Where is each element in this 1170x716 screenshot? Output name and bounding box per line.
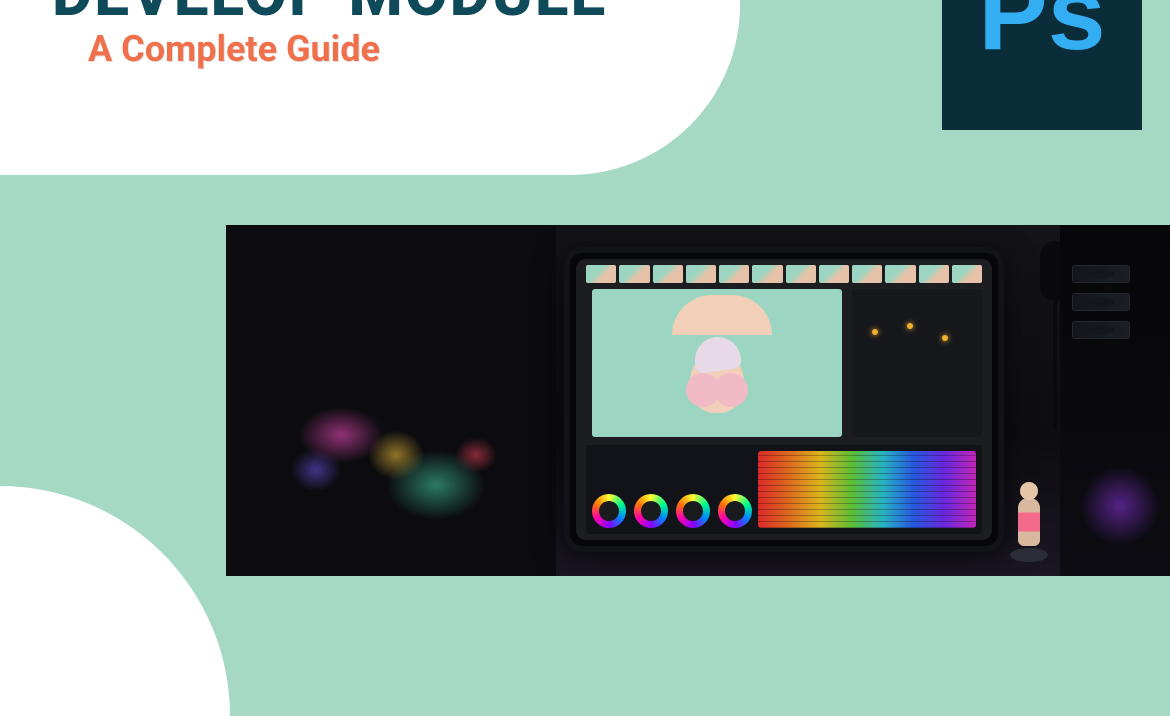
thumbnail: [885, 265, 915, 283]
color-wheel-icon: [634, 494, 668, 528]
editor-screen: [576, 259, 992, 540]
color-wheel-icon: [718, 494, 752, 528]
photoshop-icon: Ps: [978, 0, 1105, 66]
thumbnail: [619, 265, 649, 283]
fan-icon: [1072, 321, 1130, 339]
bottom-curve: [0, 486, 230, 716]
fan-icon: [1072, 293, 1130, 311]
node-graph: [852, 289, 982, 437]
left-monitor: [226, 225, 556, 576]
color-wheels: [592, 451, 752, 528]
thumbnail: [686, 265, 716, 283]
thumbnail: [786, 265, 816, 283]
thumbnail: [653, 265, 683, 283]
center-monitor: [564, 247, 1004, 552]
color-wheel-icon: [592, 494, 626, 528]
person-illustration: [672, 301, 762, 437]
page-title: DEVELOP MODULE: [52, 0, 607, 31]
thumbnail: [819, 265, 849, 283]
pc-tower: [1060, 225, 1170, 576]
video-preview: [592, 289, 842, 437]
color-wheel-icon: [676, 494, 710, 528]
thumbnail: [919, 265, 949, 283]
thumbnail: [952, 265, 982, 283]
spectrum-scope: [758, 451, 976, 528]
fan-icon: [1072, 265, 1130, 283]
hero-image: [226, 225, 1170, 576]
thumbnail: [586, 265, 616, 283]
color-panel: [586, 445, 982, 534]
page-subtitle: A Complete Guide: [88, 28, 380, 70]
thumbnail: [852, 265, 882, 283]
thumbnail: [719, 265, 749, 283]
desk-figurine: [1006, 466, 1050, 566]
photoshop-badge: Ps: [942, 0, 1142, 130]
pc-fans: [1072, 265, 1152, 349]
thumbnail: [752, 265, 782, 283]
thumbnail-strip: [586, 265, 982, 283]
header-card: DEVELOP MODULE A Complete Guide: [0, 0, 740, 175]
rgb-glow: [1080, 466, 1160, 546]
